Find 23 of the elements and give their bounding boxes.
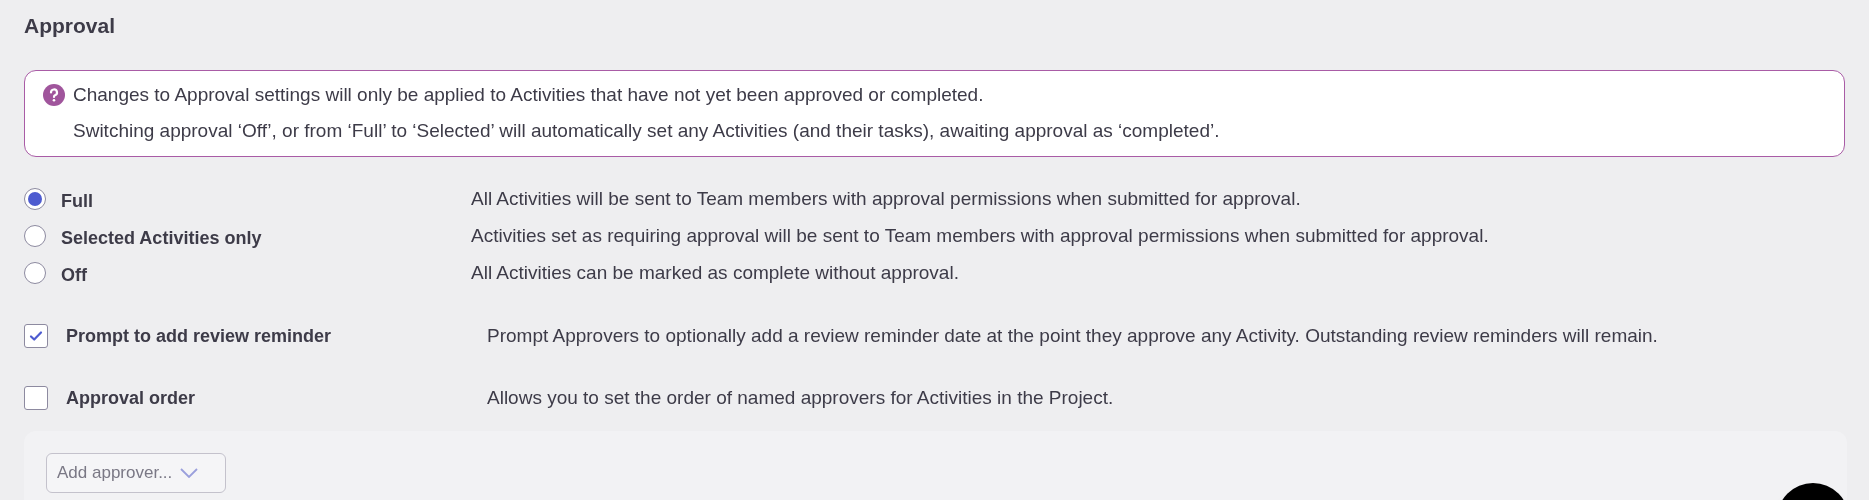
notice-text: Switching approval ‘Off’, or from ‘Full’ to ‘Selected’ will automatically set any Activities (and their tasks), awaiting approval as ‘completed’. <box>73 119 1220 143</box>
checkbox[interactable] <box>24 386 48 410</box>
checkbox-label: Prompt to add review reminder <box>66 324 332 348</box>
radio-label: Off <box>61 263 87 287</box>
radio-label: Full <box>61 189 93 213</box>
option-description: All Activities will be sent to Team members with approval permissions when submitted for approval. <box>471 186 1301 211</box>
chevron-down-icon <box>180 468 199 478</box>
checkmark-icon <box>28 328 44 344</box>
checkbox[interactable] <box>24 324 48 348</box>
option-description: Allows you to set the order of named approvers for Activities in the Project. <box>487 385 1114 410</box>
option-description: Activities set as requiring approval will be sent to Team members with approval permissions when submitted for approval. <box>471 223 1489 248</box>
section-title: Approval <box>24 13 116 39</box>
radio-label: Selected Activities only <box>61 226 262 250</box>
checkbox-label: Approval order <box>66 386 196 410</box>
approver-dropdown[interactable]: Add approver... <box>46 453 226 493</box>
radio-button[interactable] <box>24 188 46 210</box>
radio-button[interactable] <box>24 225 46 247</box>
notice-text: Changes to Approval settings will only be applied to Activities that have not yet been approved or completed. <box>73 83 985 107</box>
option-description: Prompt Approvers to optionally add a review reminder date at the point they approve any Activity. Outstanding review reminders will remain. <box>487 323 1658 348</box>
approver-placeholder: Add approver... <box>57 462 173 485</box>
radio-button[interactable] <box>24 262 46 284</box>
option-description: All Activities can be marked as complete without approval. <box>471 260 959 285</box>
help-icon <box>43 84 65 106</box>
